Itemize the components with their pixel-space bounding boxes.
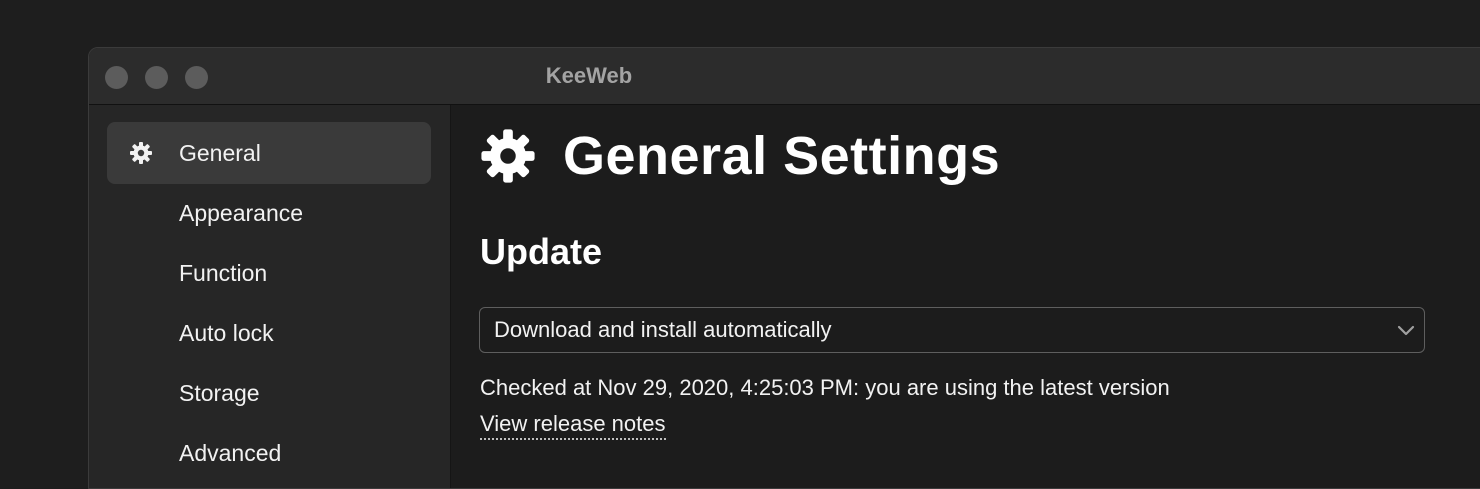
sidebar-item-label: Appearance <box>179 200 304 226</box>
update-mode-select[interactable]: Download and install automatically <box>479 307 1425 353</box>
update-status-text: Checked at Nov 29, 2020, 4:25:03 PM: you… <box>480 375 1170 400</box>
update-mode-selected-value: Download and install automatically <box>494 317 832 342</box>
update-section-heading: Update <box>480 231 603 272</box>
page-title-text: General Settings <box>563 126 1001 186</box>
sidebar-item-advanced[interactable]: Advanced <box>107 422 431 484</box>
sidebar-item-auto-lock[interactable]: Auto lock <box>107 302 431 364</box>
sidebar-item-storage[interactable]: Storage <box>107 362 431 424</box>
sidebar-item-label: Auto lock <box>179 320 274 346</box>
settings-content: General Settings Update Download and ins… <box>451 105 1480 488</box>
sidebar-item-label: Advanced <box>179 440 282 466</box>
view-release-notes-link[interactable]: View release notes <box>480 411 666 440</box>
window-title: KeeWeb <box>545 63 633 88</box>
gear-icon <box>479 127 537 185</box>
sidebar-item-label: Storage <box>179 380 260 406</box>
chevron-down-icon <box>1394 318 1418 342</box>
settings-sidebar: General Appearance Function Auto lock St… <box>89 105 451 488</box>
sidebar-item-appearance[interactable]: Appearance <box>107 182 431 244</box>
sidebar-item-function[interactable]: Function <box>107 242 431 304</box>
gear-icon <box>129 141 153 165</box>
title-bar[interactable]: KeeWeb <box>89 48 1480 105</box>
sidebar-item-general[interactable]: General <box>107 122 431 184</box>
page-title: General Settings <box>479 123 1000 189</box>
sidebar-item-label: General <box>179 140 261 166</box>
app-window: KeeWeb General Appearance Function Auto … <box>88 47 1480 489</box>
sidebar-item-label: Function <box>179 260 268 286</box>
